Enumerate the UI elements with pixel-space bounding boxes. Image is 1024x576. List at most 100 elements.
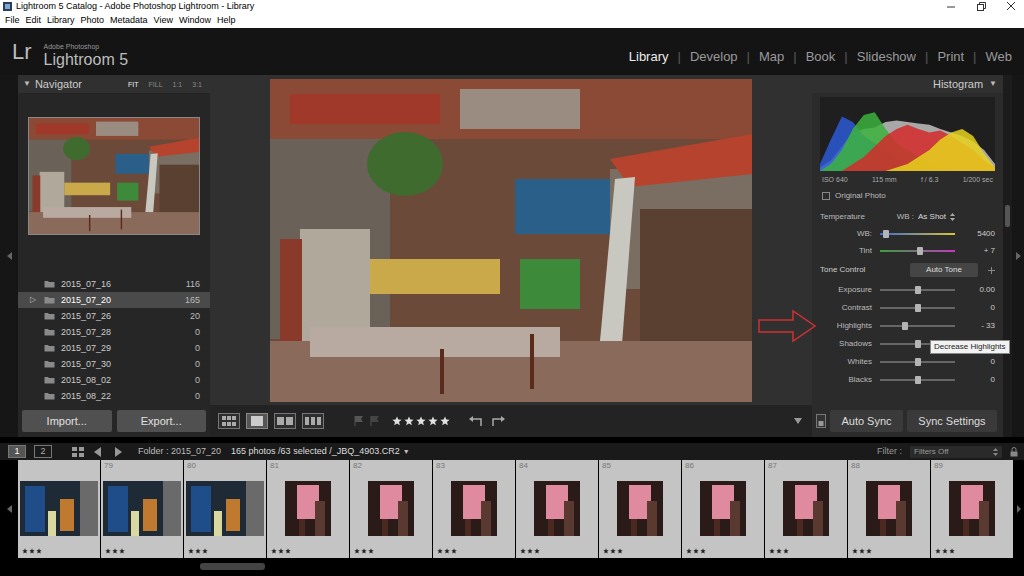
slider-track[interactable] <box>880 233 955 235</box>
scroll-thumb[interactable] <box>1005 205 1010 227</box>
folder-row[interactable]: ▷2015_07_20165 <box>18 292 210 308</box>
photo-rating[interactable] <box>18 544 100 558</box>
zoom-option[interactable]: 1:1 <box>173 81 183 88</box>
zoom-option[interactable]: FILL <box>149 81 163 88</box>
preview-photo[interactable] <box>28 117 200 235</box>
menu-item[interactable]: File <box>2 16 23 25</box>
photo-rating[interactable] <box>599 544 681 558</box>
collapse-toggle[interactable]: ▼ <box>989 80 997 88</box>
rotate-right-icon[interactable] <box>490 414 506 428</box>
slider-track[interactable] <box>880 307 955 309</box>
slider-track[interactable] <box>880 325 955 327</box>
filmstrip-cell[interactable]: 79 <box>101 460 184 558</box>
slider-thumb[interactable] <box>915 358 921 366</box>
module-tab[interactable]: Library <box>629 50 669 63</box>
filmstrip-cell[interactable]: 80 <box>184 460 267 558</box>
reject-flag-icon[interactable] <box>370 415 380 427</box>
filmstrip-scrollbar[interactable] <box>0 558 1024 576</box>
photo-rating[interactable] <box>101 544 183 558</box>
folder-row[interactable]: 2015_07_2620 <box>18 308 210 324</box>
photo-thumbnail[interactable] <box>20 481 98 536</box>
menu-item[interactable]: Window <box>176 16 214 25</box>
module-tab[interactable]: Web <box>986 50 1013 63</box>
module-tab[interactable]: Book <box>806 50 836 63</box>
slider-thumb[interactable] <box>915 376 921 384</box>
grid-icon[interactable] <box>72 447 84 457</box>
photo-rating[interactable] <box>765 544 847 558</box>
filmstrip-cell[interactable]: 86 <box>682 460 765 558</box>
sync-toggle-icon[interactable] <box>816 414 826 428</box>
slider-thumb[interactable] <box>883 230 889 238</box>
sync-settings-button[interactable]: Sync Settings <box>907 410 997 432</box>
left-edge[interactable] <box>0 75 18 437</box>
photo-thumbnail[interactable] <box>285 481 331 536</box>
photo-rating[interactable] <box>267 544 349 558</box>
slider-thumb[interactable] <box>902 322 908 330</box>
histogram-chart[interactable] <box>820 97 995 171</box>
navigator-header[interactable]: ▼NavigatorFITFILL1:13:1 <box>18 75 210 93</box>
grid-view-icon[interactable] <box>218 413 240 429</box>
slider-track[interactable] <box>880 289 955 291</box>
right-edge[interactable] <box>1012 75 1024 437</box>
source-dropdown[interactable]: ▼ <box>403 448 410 455</box>
slider-track[interactable] <box>880 361 955 363</box>
menu-item[interactable]: Edit <box>23 16 45 25</box>
zoom-option[interactable]: FIT <box>128 81 139 88</box>
slider-thumb[interactable] <box>915 304 921 312</box>
slider-thumb[interactable] <box>915 340 921 348</box>
photo-rating[interactable] <box>433 544 515 558</box>
filmstrip-cell[interactable] <box>18 460 101 558</box>
scroll-thumb[interactable] <box>200 563 265 570</box>
toolbar-menu-icon[interactable] <box>794 418 802 424</box>
folder-row[interactable]: 2015_07_300 <box>18 356 210 372</box>
histogram-header[interactable]: Histogram▼ <box>812 75 1003 93</box>
screen-button[interactable]: 1 <box>8 445 26 458</box>
photo-thumbnail[interactable] <box>783 481 829 536</box>
module-tab[interactable]: Develop <box>690 50 738 63</box>
slider-thumb[interactable] <box>915 286 921 294</box>
rating-stars[interactable] <box>392 416 450 426</box>
menu-item[interactable]: View <box>151 16 176 25</box>
compare-view-icon[interactable] <box>274 413 296 429</box>
module-tab[interactable]: Slideshow <box>857 50 916 63</box>
slider-track[interactable] <box>880 250 955 252</box>
export-button[interactable]: Export... <box>117 410 207 432</box>
original-photo-checkbox[interactable] <box>822 192 830 200</box>
survey-view-icon[interactable] <box>302 413 324 429</box>
wb-preset[interactable]: As Shot <box>918 213 946 221</box>
photo-thumbnail[interactable] <box>368 481 414 536</box>
minimize-icon[interactable] <box>938 0 964 13</box>
filmstrip-cell[interactable]: 83 <box>433 460 516 558</box>
module-tab[interactable]: Print <box>937 50 964 63</box>
filmstrip-cell[interactable]: 87 <box>765 460 848 558</box>
photo-thumbnail[interactable] <box>949 481 995 536</box>
filter-dropdown[interactable]: Filters Off <box>910 446 1002 458</box>
auto-sync-button[interactable]: Auto Sync <box>830 410 903 432</box>
photo-thumbnail[interactable] <box>103 481 181 536</box>
folder-row[interactable]: 2015_07_280 <box>18 324 210 340</box>
photo-rating[interactable] <box>350 544 432 558</box>
photo-thumbnail[interactable] <box>186 481 264 536</box>
filmstrip-cell[interactable]: 88 <box>848 460 931 558</box>
photo-rating[interactable] <box>682 544 764 558</box>
filmstrip-left[interactable] <box>0 460 18 558</box>
photo-rating[interactable] <box>516 544 598 558</box>
photo-thumbnail[interactable] <box>451 481 497 536</box>
loupe-view-icon[interactable] <box>246 413 268 429</box>
rotate-left-icon[interactable] <box>468 414 484 428</box>
target-adjust-icon[interactable] <box>988 267 995 274</box>
filmstrip-cell[interactable]: 81 <box>267 460 350 558</box>
folder-row[interactable]: 2015_08_220 <box>18 388 210 404</box>
folder-row[interactable]: 2015_07_16116 <box>18 276 210 292</box>
import-button[interactable]: Import... <box>22 410 112 432</box>
filmstrip-cell[interactable]: 82 <box>350 460 433 558</box>
screen-button[interactable]: 2 <box>34 445 52 458</box>
updown-icon[interactable] <box>950 213 955 221</box>
filmstrip-right[interactable] <box>1014 460 1024 558</box>
slider-track[interactable] <box>880 379 955 381</box>
restore-icon[interactable] <box>968 0 994 13</box>
menu-item[interactable]: Help <box>214 16 239 25</box>
menu-item[interactable]: Photo <box>78 16 108 25</box>
forward-icon[interactable] <box>114 447 122 457</box>
back-icon[interactable] <box>94 447 102 457</box>
